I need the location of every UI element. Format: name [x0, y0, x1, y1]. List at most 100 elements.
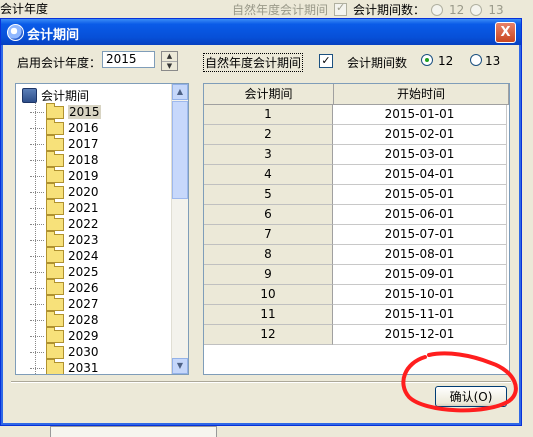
folder-icon — [46, 294, 64, 311]
tree-item-label: 2028 — [68, 313, 99, 327]
table-row[interactable]: 11 2015-11-01 — [204, 305, 507, 325]
natural-year-label[interactable]: 自然年度会计期间 — [202, 53, 304, 72]
accounting-period-dialog: 会计期间 X 启用会计年度： 2015 ▲ ▼ 自然年度会计期间 ✓ 会计期间数… — [0, 18, 522, 426]
start-date-cell[interactable]: 2015-11-01 — [333, 305, 507, 325]
start-date-cell[interactable]: 2015-03-01 — [333, 145, 507, 165]
scroll-up-icon[interactable]: ▲ — [172, 84, 188, 100]
table-row[interactable]: 7 2015-07-01 — [204, 225, 507, 245]
tree-item-2022[interactable]: 2022 — [30, 214, 99, 232]
scroll-thumb[interactable] — [172, 101, 188, 199]
period-cell[interactable]: 5 — [204, 185, 333, 205]
natural-year-checkbox[interactable]: ✓ — [319, 54, 333, 68]
folder-icon — [46, 214, 64, 231]
period-cell[interactable]: 9 — [204, 265, 333, 285]
tree-item-2019[interactable]: 2019 — [30, 166, 99, 184]
period-cell[interactable]: 1 — [204, 105, 333, 125]
radio-13-label: 13 — [485, 54, 501, 68]
dialog-titlebar[interactable]: 会计期间 X — [1, 19, 521, 45]
period-root-icon — [22, 88, 37, 103]
tree-item-2020[interactable]: 2020 — [30, 182, 99, 200]
spin-up-icon[interactable]: ▲ — [162, 52, 177, 62]
table-row[interactable]: 5 2015-05-01 — [204, 185, 507, 205]
tree-scrollbar[interactable]: ▲ ▼ — [171, 84, 188, 374]
period-cell[interactable]: 11 — [204, 305, 333, 325]
tree-root[interactable]: 会计期间 — [22, 87, 89, 104]
table-row[interactable]: 4 2015-04-01 — [204, 165, 507, 185]
dialog-title: 会计期间 — [27, 28, 80, 43]
period-cell[interactable]: 8 — [204, 245, 333, 265]
table-row[interactable]: 8 2015-08-01 — [204, 245, 507, 265]
folder-icon — [46, 118, 64, 135]
tree-connector — [30, 159, 44, 161]
tree-item-2024[interactable]: 2024 — [30, 246, 99, 264]
tree-connector — [30, 335, 44, 337]
background-window-title: 会计年度 — [0, 2, 49, 16]
tree-item-2027[interactable]: 2027 — [30, 294, 99, 312]
folder-icon — [46, 342, 64, 359]
table-row[interactable]: 12 2015-12-01 — [204, 325, 507, 345]
start-date-cell[interactable]: 2015-10-01 — [333, 285, 507, 305]
folder-icon — [46, 198, 64, 215]
table-row[interactable]: 2 2015-02-01 — [204, 125, 507, 145]
tree-item-2026[interactable]: 2026 — [30, 278, 99, 296]
tree-item-label: 2018 — [68, 153, 99, 167]
folder-icon — [46, 102, 64, 119]
tree-item-2021[interactable]: 2021 — [30, 198, 99, 216]
radio-13[interactable] — [470, 54, 482, 66]
period-cell[interactable]: 2 — [204, 125, 333, 145]
start-date-cell[interactable]: 2015-01-01 — [333, 105, 507, 125]
start-date-cell[interactable]: 2015-04-01 — [333, 165, 507, 185]
start-date-cell[interactable]: 2015-09-01 — [333, 265, 507, 285]
spin-down-icon[interactable]: ▼ — [162, 62, 177, 71]
tree-connector — [30, 367, 44, 369]
tree-item-2018[interactable]: 2018 — [30, 150, 99, 168]
start-date-cell[interactable]: 2015-02-01 — [333, 125, 507, 145]
start-date-cell[interactable]: 2015-06-01 — [333, 205, 507, 225]
scroll-down-icon[interactable]: ▼ — [172, 358, 188, 374]
header-start-date: 开始时间 — [334, 84, 509, 104]
tree-item-label: 2022 — [68, 217, 99, 231]
year-spinner[interactable]: ▲ ▼ — [161, 51, 178, 71]
tree-item-2016[interactable]: 2016 — [30, 118, 99, 136]
start-date-cell[interactable]: 2015-07-01 — [333, 225, 507, 245]
period-cell[interactable]: 6 — [204, 205, 333, 225]
close-button[interactable]: X — [495, 22, 516, 43]
background-tab-fragment — [50, 426, 217, 437]
background-options: 自然年度会计期间 会计期间数： 12 13 — [232, 1, 504, 18]
tree-item-label: 2023 — [68, 233, 99, 247]
period-cell[interactable]: 3 — [204, 145, 333, 165]
tree-item-2023[interactable]: 2023 — [30, 230, 99, 248]
start-date-cell[interactable]: 2015-08-01 — [333, 245, 507, 265]
tree-item-2015[interactable]: 2015 — [30, 102, 101, 120]
period-cell[interactable]: 12 — [204, 325, 333, 345]
background-radio-12-label: 12 — [449, 2, 465, 17]
period-tree[interactable]: 会计期间 2015 2016 2017 2018 2019 2020 2021 2022 202… — [15, 83, 189, 375]
tree-item-2028[interactable]: 2028 — [30, 310, 99, 328]
start-date-cell[interactable]: 2015-05-01 — [333, 185, 507, 205]
tree-item-2031[interactable]: 2031 — [30, 358, 99, 374]
table-row[interactable]: 6 2015-06-01 — [204, 205, 507, 225]
table-row[interactable]: 1 2015-01-01 — [204, 105, 507, 125]
tree-item-label: 2030 — [68, 345, 99, 359]
app-icon — [7, 24, 24, 41]
tree-connector — [30, 319, 44, 321]
header-period: 会计期间 — [204, 84, 334, 104]
radio-12[interactable] — [421, 54, 433, 66]
period-cell[interactable]: 4 — [204, 165, 333, 185]
table-row[interactable]: 3 2015-03-01 — [204, 145, 507, 165]
start-date-cell[interactable]: 2015-12-01 — [333, 325, 507, 345]
tree-item-2017[interactable]: 2017 — [30, 134, 99, 152]
start-year-input[interactable]: 2015 — [102, 51, 155, 68]
tree-item-2030[interactable]: 2030 — [30, 342, 99, 360]
confirm-button[interactable]: 确认(O) — [435, 386, 507, 407]
table-row[interactable]: 10 2015-10-01 — [204, 285, 507, 305]
separator — [11, 381, 511, 383]
tree-item-2029[interactable]: 2029 — [30, 326, 99, 344]
tree-connector — [30, 207, 44, 209]
period-table: 会计期间 开始时间 1 2015-01-01 2 2015-02-01 3 2015-03… — [203, 83, 510, 375]
tree-item-label: 2016 — [68, 121, 99, 135]
period-cell[interactable]: 7 — [204, 225, 333, 245]
tree-item-2025[interactable]: 2025 — [30, 262, 99, 280]
period-cell[interactable]: 10 — [204, 285, 333, 305]
table-row[interactable]: 9 2015-09-01 — [204, 265, 507, 285]
